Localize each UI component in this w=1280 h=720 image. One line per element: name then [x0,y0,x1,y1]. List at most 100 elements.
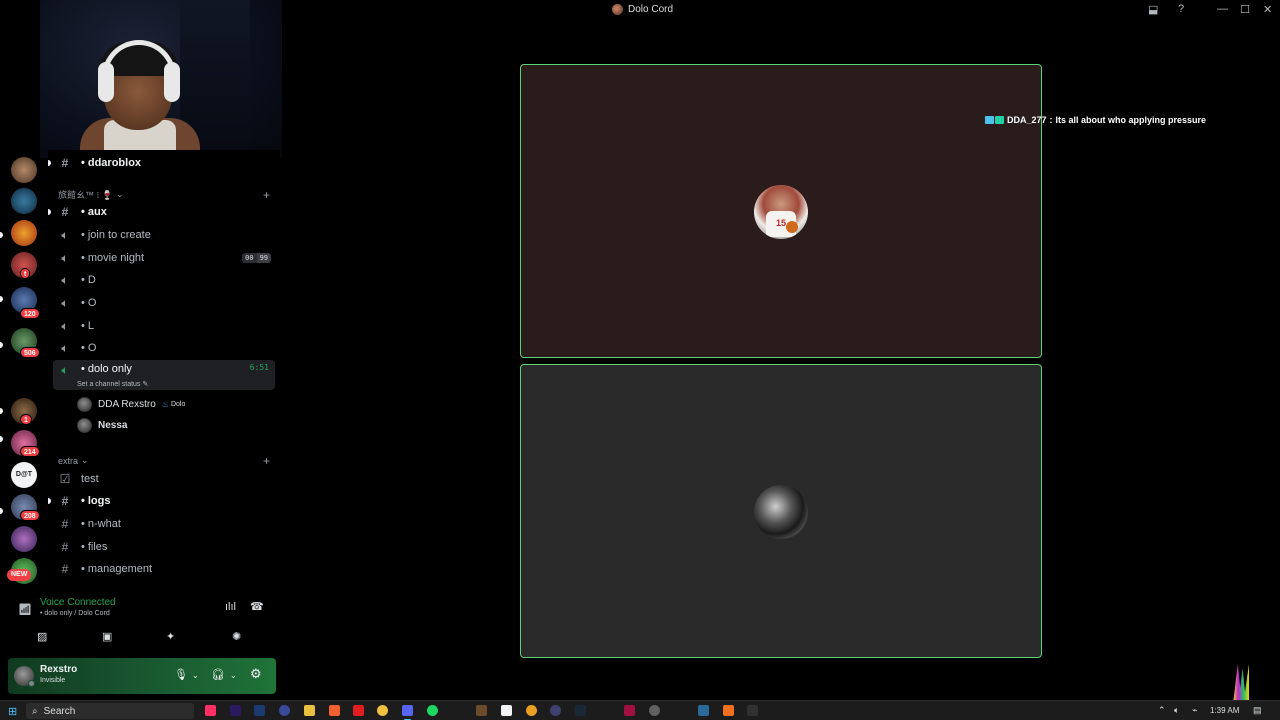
server-unread-pip [0,408,3,414]
channel-n-what[interactable]: # • n-what [53,513,275,535]
screen-share-icon[interactable]: ▣ [102,630,112,643]
camera-off-icon[interactable]: ▨ [37,630,47,643]
add-channel-icon[interactable]: + [263,454,270,468]
channel-test[interactable]: ☑ test [53,468,275,490]
category-header[interactable]: 旅館ㄠ™ ⁝ 🍷 ⌄ + [58,188,270,202]
voice-location[interactable]: • dolo only / Dolo Cord [40,610,110,617]
network-icon[interactable]: ⌁ [1192,705,1197,716]
minimize-button[interactable]: — [1217,3,1228,15]
category-label: extra [58,455,79,466]
notepad-icon[interactable] [501,705,512,716]
speaker-icon: 🔈︎ [61,227,69,242]
voice-member[interactable]: DDA Rexstro ♨ Dolo [77,395,185,413]
premiere-icon[interactable] [230,705,241,716]
voice-connected-label[interactable]: Voice Connected [40,597,116,608]
counter-current: 00 [242,253,257,263]
speaker-icon: 🔈︎ [61,250,69,265]
voice-channel-l[interactable]: 🔈︎ • L [53,315,275,337]
media-player-icon[interactable] [550,705,561,716]
server-icon-10[interactable] [11,526,37,552]
voice-member[interactable]: Nessa [77,416,127,434]
channel-files[interactable]: # • files [53,536,275,558]
channel-aux[interactable]: # • aux [48,201,275,223]
channel-bullet: • [81,342,85,354]
app-icon[interactable] [624,705,635,716]
webcam-headphone-left [98,62,114,102]
voice-channel-o[interactable]: 🔈︎ • O [53,292,275,314]
chevron-down-icon[interactable]: ⌄ [192,671,199,680]
voice-channel-o-2[interactable]: 🔈︎ • O [53,337,275,359]
search-app-icon[interactable] [723,705,734,716]
hashtag-icon: # [61,205,69,219]
inbox-icon[interactable]: ⬓ [1148,3,1158,16]
tray-overflow-icon[interactable]: ⌃ [1158,705,1166,716]
mention-badge: 214 [20,446,40,457]
channel-status-prompt[interactable]: Set a channel status ✎ [77,380,148,388]
server-icon-3[interactable] [11,220,37,246]
window-title: Dolo Cord [612,4,673,15]
signal-icon[interactable]: 📶︎ [18,603,32,616]
add-channel-icon[interactable]: + [263,188,270,202]
video-tile-user-1[interactable]: 15 [520,64,1042,358]
participant-avatar: 15 [754,185,808,239]
maximize-button[interactable]: ☐ [1240,3,1250,16]
taskbar-clock[interactable]: 1:39 AM [1210,706,1239,715]
app-icon[interactable] [698,705,709,716]
category-label: 旅館ㄠ™ ⁝ 🍷 [58,190,114,200]
app-icon[interactable] [476,705,487,716]
chrome-icon[interactable] [377,705,388,716]
voice-channel-join-to-create[interactable]: 🔈︎ • join to create [53,224,275,246]
category-header-extra[interactable]: extra ⌄ + [58,454,270,468]
mention-badge: 120 [20,308,40,319]
app-icon[interactable] [649,705,660,716]
brave-icon[interactable] [329,705,340,716]
hashtag-icon: # [61,562,69,576]
corner-logo [1233,664,1249,704]
terminal-icon[interactable] [747,705,758,716]
chat-badge-icon [995,116,1004,124]
taskbar-search[interactable]: ⌕ Search [26,703,194,719]
activities-icon[interactable]: ✦ [166,630,175,643]
acrobat-icon[interactable] [353,705,364,716]
photoshop-icon[interactable] [254,705,265,716]
user-panel[interactable]: Rexstro Invisible 🎙︎ ⌄ 🎧︎ ⌄ ⚙ [8,658,276,694]
app-icon[interactable] [279,705,290,716]
channel-bullet: • [81,518,85,530]
voice-location-text: dolo only / Dolo Cord [44,610,110,617]
steam-icon[interactable] [575,705,586,716]
server-icon-dat[interactable]: D@T [11,462,37,488]
soundboard-icon[interactable]: ✺ [232,630,241,643]
windows-start-icon[interactable]: ⊞ [8,705,17,718]
app-icon[interactable] [526,705,537,716]
channel-ddaroblox[interactable]: # • ddaroblox [48,152,275,174]
channel-logs[interactable]: # • logs [48,490,275,512]
disconnect-icon[interactable]: ☎︎ [250,600,264,613]
spotify-icon[interactable] [427,705,438,716]
channel-label: dolo only [87,363,132,375]
taskbar: ⊞ ⌕ Search ⌃ 🔈︎ ⌁ 1:39 AM ▤ [0,700,1280,720]
headphones-icon[interactable]: 🎧︎ [211,668,225,681]
member-avatar [77,396,92,412]
microphone-icon[interactable]: 🎙︎ [174,668,188,681]
help-icon[interactable]: ? [1178,3,1184,15]
close-button[interactable]: ✕ [1263,3,1272,16]
user-status: Invisible [40,677,66,684]
volume-icon[interactable]: 🔈︎ [1174,705,1179,716]
gear-icon[interactable]: ⚙ [250,666,262,682]
voice-channel-movie-night[interactable]: 🔈︎ • movie night 00 99 [53,247,275,269]
video-tile-user-2[interactable] [520,364,1042,658]
discord-icon[interactable] [402,705,413,720]
noise-suppression-icon[interactable]: ılıl [225,601,236,613]
chevron-down-icon[interactable]: ⌄ [230,671,237,680]
file-explorer-icon[interactable] [304,705,315,716]
status-indicator [28,680,35,687]
indesign-icon[interactable] [205,705,216,716]
server-icon-2[interactable] [11,188,37,214]
notification-icon[interactable]: ▤ [1253,705,1262,716]
avatar-basketball [786,221,798,233]
channel-management[interactable]: # • management [53,558,275,580]
server-icon-1[interactable] [11,157,37,183]
channel-bullet: • [81,495,85,507]
channel-label: n-what [87,518,121,530]
voice-channel-d[interactable]: 🔈︎ • D [53,269,275,291]
